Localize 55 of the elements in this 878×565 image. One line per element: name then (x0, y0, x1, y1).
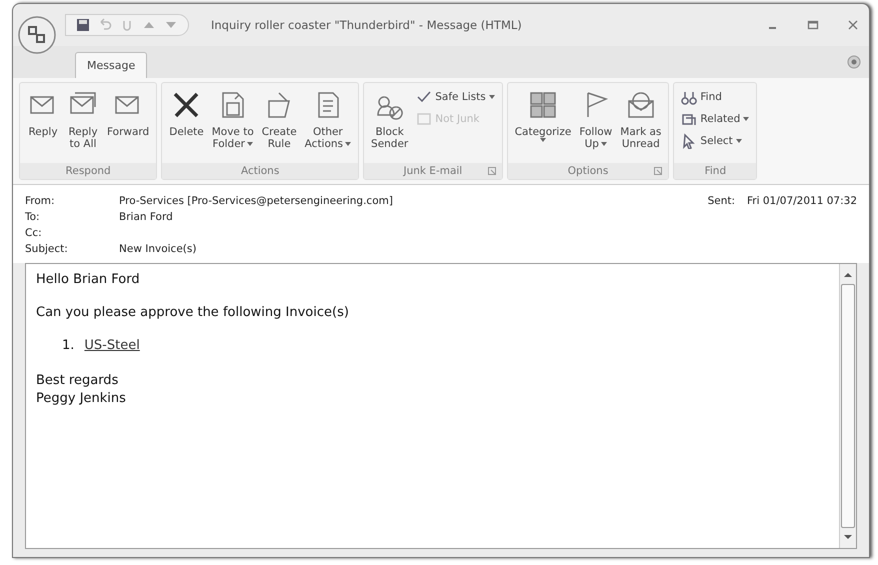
closing-text: Best regards (36, 373, 120, 388)
caret-icon (345, 142, 352, 146)
ribbon-button[interactable]: Other Actions (302, 87, 354, 163)
caret-icon (540, 138, 546, 142)
ribbon-button[interactable]: Find (678, 87, 752, 107)
ribbon-tab[interactable]: Message (75, 52, 148, 78)
ribbon-button[interactable]: Mark as Unread (617, 87, 664, 163)
ribbon-button[interactable]: Categorize (512, 87, 574, 163)
signature-text: Peggy Jenkins (36, 391, 127, 406)
field-label: To: (25, 211, 41, 225)
office-button[interactable] (17, 15, 57, 55)
select-icon (681, 133, 698, 149)
dialog-launcher-icon[interactable] (488, 167, 496, 175)
greeting-text: Hello Brian Ford (36, 272, 141, 287)
ribbon-button[interactable]: Related (678, 109, 752, 129)
scroll-down-icon[interactable] (843, 532, 853, 542)
field-value: Brian Ford (119, 211, 173, 225)
ribbon-button[interactable]: Move to Folder (208, 87, 257, 163)
field-value: Pro-Services [Pro-Services@petersengineering.com] (119, 195, 393, 209)
field-label: Cc: (25, 227, 43, 241)
ribbon-button[interactable]: Reply (24, 87, 62, 163)
close-icon[interactable] (847, 19, 859, 31)
group-label: Options (568, 165, 608, 177)
group-label: Actions (240, 165, 280, 177)
ribbon-button[interactable]: Follow Up (576, 87, 616, 163)
scrollbar[interactable] (839, 264, 856, 548)
ribbon-button[interactable]: Reply to All (64, 87, 102, 163)
ribbon-button[interactable]: Create Rule (258, 87, 300, 163)
caret-icon (736, 139, 742, 143)
invoice-link[interactable]: US-Steel (84, 338, 140, 353)
ribbon-button[interactable]: Select (678, 131, 752, 151)
list-number: 1. (62, 338, 74, 353)
sent-label: Sent: (708, 195, 736, 209)
scroll-thumb[interactable] (841, 284, 855, 528)
group-label: Find (704, 165, 726, 177)
sent-value: Fri 01/07/2011 07:32 (747, 195, 857, 209)
field-label: From: (25, 195, 56, 209)
caret-icon (246, 142, 253, 146)
ribbon-button[interactable]: Safe Lists (413, 87, 498, 107)
ribbon-button[interactable]: Delete (166, 87, 207, 163)
ribbon-button[interactable]: Forward (104, 87, 152, 163)
scroll-up-icon[interactable] (843, 270, 853, 280)
group-label: Junk E-mail (403, 165, 462, 177)
dialog-launcher-icon[interactable] (654, 167, 662, 175)
window-title: Inquiry roller coaster "Thunderbird" - Message (HTML) (210, 18, 523, 32)
ribbon-button[interactable]: Block Sender (368, 87, 412, 163)
group-label: Respond (66, 165, 111, 177)
field-label: Subject: (25, 243, 69, 257)
caret-icon (600, 142, 607, 146)
caret-icon (488, 95, 495, 99)
request-text: Can you please approve the following Invoice(s) (36, 305, 350, 320)
field-value: New Invoice(s) (119, 243, 196, 257)
maximize-icon[interactable] (807, 19, 819, 31)
caret-icon (743, 117, 750, 121)
save-icon[interactable] (76, 18, 90, 32)
